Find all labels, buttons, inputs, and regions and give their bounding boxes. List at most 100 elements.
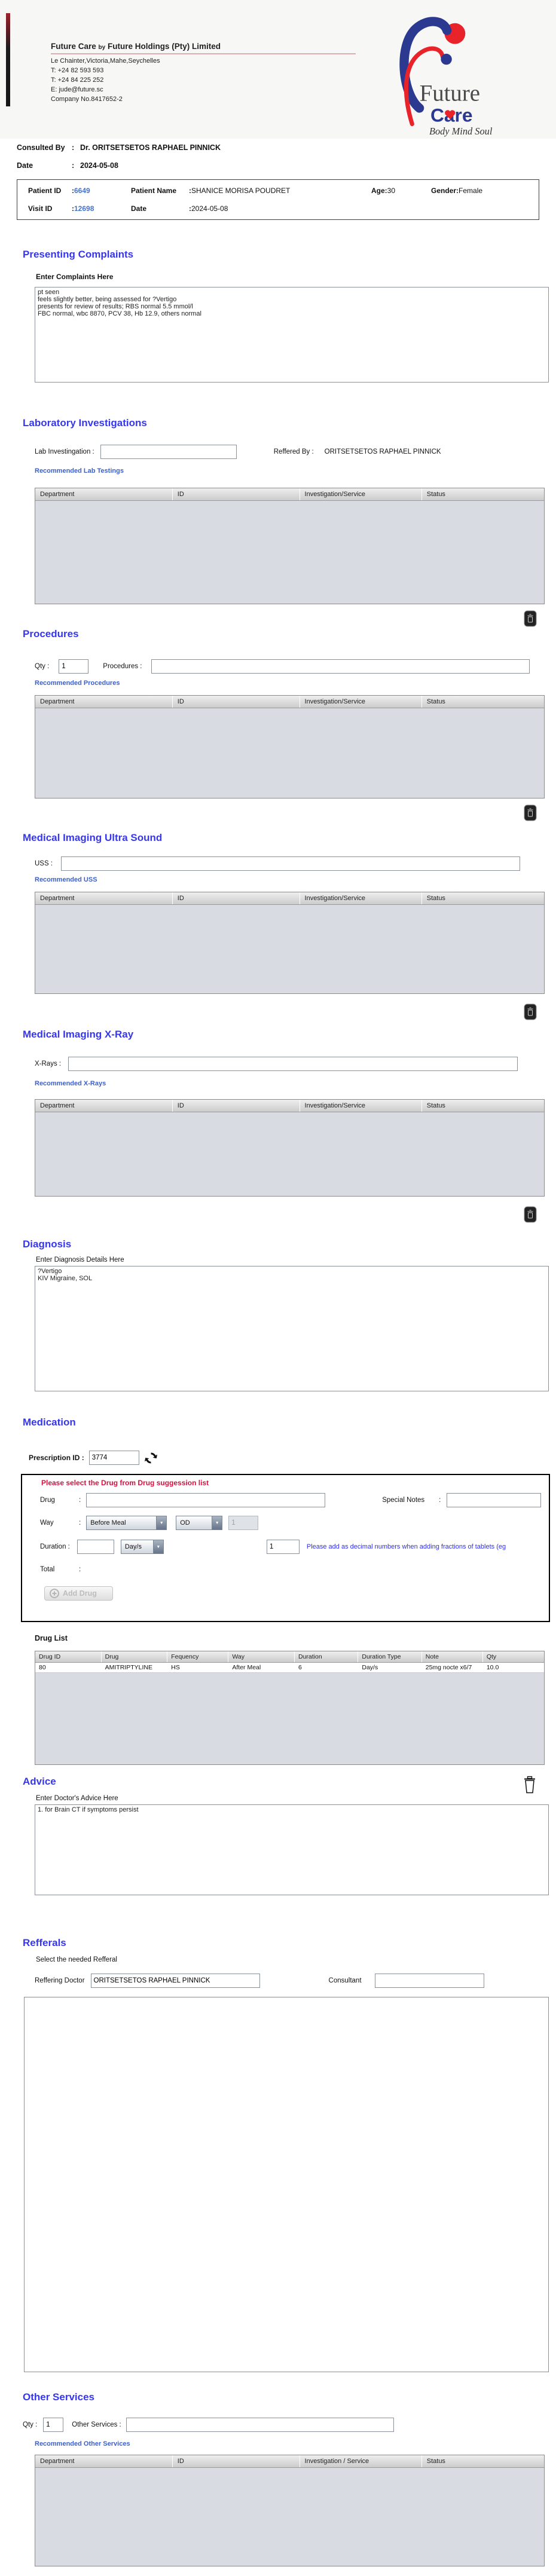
drug-table-body [35,1673,544,1764]
duration-label: Duration : [40,1543,70,1550]
other-services-title: Other Services [23,2391,95,2403]
special-notes-input[interactable] [447,1493,542,1507]
drug-qty-cell: 10.0 [486,1664,499,1671]
lab-investigation-input[interactable] [100,445,237,459]
company-name: Future Care by Future Holdings (Pty) Lim… [51,42,356,54]
logo-blue-dot [441,53,452,65]
uss-input[interactable] [61,856,521,871]
consultant-input[interactable] [374,1974,484,1988]
chevron-down-icon: ▼ [212,1516,222,1529]
column-header-status: Status [426,2458,445,2465]
column-header-investigation: Investigation/Service [300,1100,422,1112]
meal-timing-select[interactable]: Before Meal ▼ [86,1516,167,1530]
header-accent-bar [6,13,10,106]
visit-id-label: Visit ID [28,204,53,213]
tablet-qty-input[interactable] [266,1540,300,1554]
company-name-part1: Future Care [51,42,99,51]
procedures-qty-input[interactable] [59,659,89,674]
consult-date-label: Date [17,161,33,170]
colon: : [439,1497,441,1504]
meal-timing-value: Before Meal [90,1519,126,1526]
page-header: Future Care by Future Holdings (Pty) Lim… [0,0,556,139]
xray-table-body [35,1112,544,1196]
add-drug-button[interactable]: Add Drug [44,1586,113,1601]
other-services-table-body [35,2468,544,2566]
colon: : [72,161,75,170]
company-email: E: jude@future.sc [51,86,103,93]
referring-doctor-label: Reffering Doctor [35,1977,85,1984]
visit-date-label: Date [131,204,147,213]
delete-procedure-item-icon[interactable] [524,804,537,821]
procedures-title: Procedures [23,628,79,640]
other-qty-input[interactable] [43,2418,64,2432]
column-header-id: ID [173,1100,300,1112]
complaints-textarea[interactable]: pt seen feels slightly better, being ass… [35,287,549,383]
colon: : [79,1519,81,1526]
column-header-id: ID [173,2455,300,2467]
recommended-uss-link[interactable]: Recommended USS [35,876,556,883]
future-care-logo: Future Care Body Mind Soul [350,3,511,140]
patient-id-label: Patient ID [28,186,62,195]
add-drug-label: Add Drug [63,1589,97,1598]
column-header-frequency: Fequency [167,1651,229,1662]
medication-title: Medication [23,1417,76,1428]
visit-id-value: 12698 [74,204,94,213]
uss-label: USS : [35,860,53,867]
patient-name-label: Patient Name [131,186,177,195]
referrals-title: Refferals [23,1937,66,1948]
lab-table-body [35,501,544,604]
recommended-procedures-link[interactable]: Recommended Procedures [35,680,556,687]
column-header-department: Department [35,696,173,708]
column-header-investigation: Investigation/Service [300,892,422,904]
column-header-status: Status [426,491,445,498]
recommended-xrays-link[interactable]: Recommended X-Rays [35,1080,556,1087]
column-header-note: Note [422,1651,483,1662]
plus-circle-icon [50,1589,59,1598]
column-header-investigation: Investigation / Service [300,2455,422,2467]
column-header-drug-id: Drug ID [35,1651,102,1662]
diagnosis-label: Enter Diagnosis Details Here [36,1256,124,1263]
recommended-other-services-link[interactable]: Recommended Other Services [35,2440,556,2447]
drug-duration-cell: 6 [298,1664,302,1671]
company-name-part2: Future Holdings (Pty) Limited [105,42,221,51]
special-notes-label: Special Notes [382,1497,425,1504]
delete-xray-item-icon[interactable] [524,1206,537,1223]
diagnosis-textarea[interactable]: ?Vertigo KIV Migraine, SOL [35,1266,549,1391]
consulted-by-line: Consulted By: Dr. ORITSETSETOS RAPHAEL PI… [17,143,556,153]
medication-entry-box: Please select the Drug from Drug suggess… [21,1474,550,1622]
procedures-input[interactable] [151,659,530,674]
column-header-status: Status [426,1102,445,1109]
procedures-table-body [35,708,544,798]
referring-doctor-input[interactable] [90,1974,260,1988]
refresh-prescription-icon[interactable] [143,1450,159,1466]
advice-textarea[interactable]: 1. for Brain CT if symptoms persist [35,1804,549,1895]
company-address: Le Chainter,Victoria,Mahe,Seychelles [51,57,160,65]
ultrasound-title: Medical Imaging Ultra Sound [23,832,163,843]
column-header-status: Status [426,895,445,902]
procedures-table: Department ID Investigation/Service Stat… [35,695,545,799]
column-header-id: ID [173,488,300,500]
age-value: 30 [387,186,396,195]
other-services-input[interactable] [126,2418,394,2432]
delete-advice-icon[interactable] [523,1776,537,1794]
referred-by-value: ORITSETSETOS RAPHAEL PINNICK [324,448,441,455]
xray-input[interactable] [68,1057,518,1071]
colon: : [79,1566,81,1573]
recommended-lab-testings-link[interactable]: Recommended Lab Testings [35,467,556,475]
prescription-id-input[interactable] [88,1451,139,1465]
drug-label: Drug [40,1497,55,1504]
duration-type-select[interactable]: Day/s ▼ [120,1540,164,1554]
drug-input[interactable] [86,1493,326,1507]
referred-by-label: Reffered By : [273,448,314,455]
delete-lab-item-icon[interactable] [524,610,537,627]
lab-investigations-title: Laboratory Investigations [23,417,147,429]
referrals-list-box [24,1997,549,2372]
duration-input[interactable] [77,1540,114,1554]
lab-investigation-label: Lab Investingation : [35,448,94,455]
delete-uss-item-icon[interactable] [524,1004,537,1020]
drug-table-row[interactable]: 80 AMITRIPTYLINE HS After Meal 6 Day/s 2… [35,1663,544,1673]
column-header-status: Status [426,698,445,705]
xray-label: X-Rays : [35,1060,62,1067]
way-label: Way [40,1519,54,1526]
frequency-select[interactable]: OD ▼ [176,1516,223,1530]
